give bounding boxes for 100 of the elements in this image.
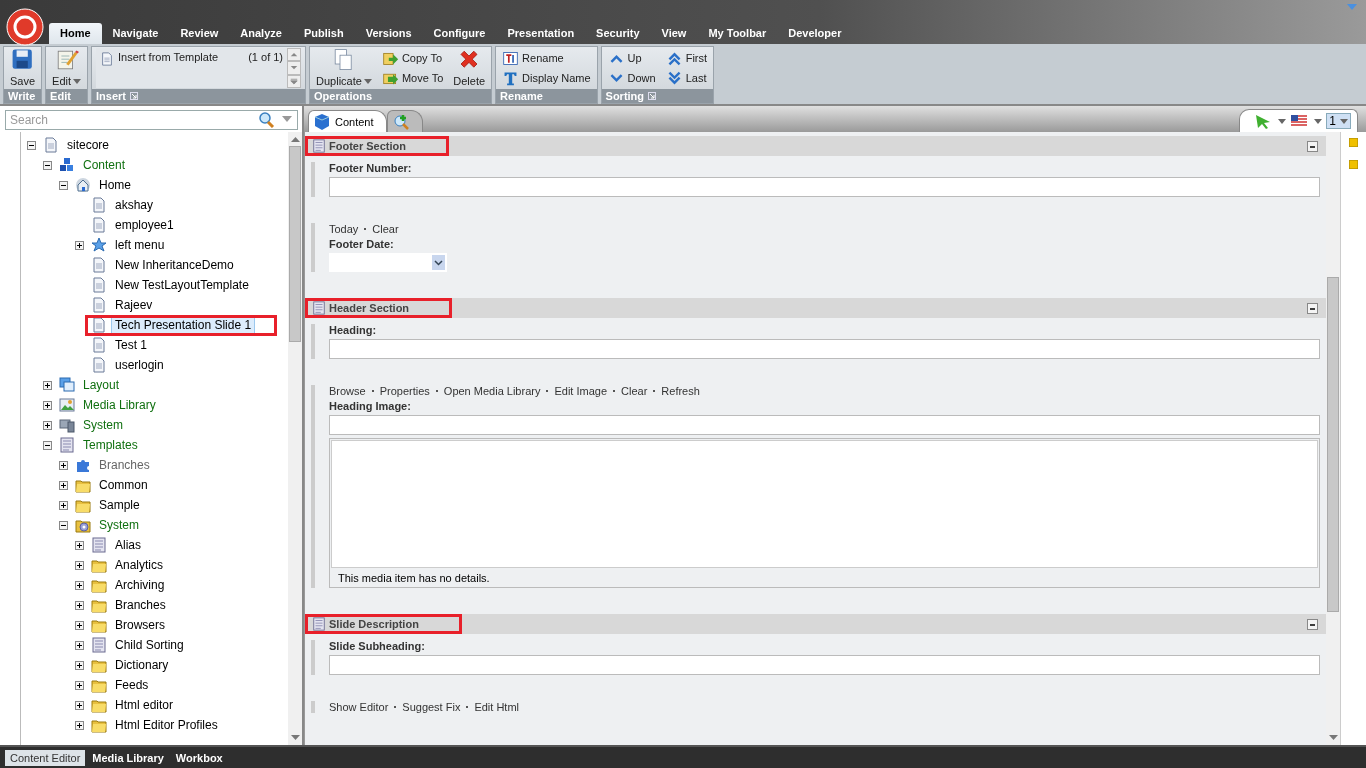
action-link[interactable]: Properties xyxy=(379,385,430,397)
tree-item[interactable]: Browsers xyxy=(111,616,169,634)
scroll-down-icon[interactable] xyxy=(290,735,300,741)
collapse-icon[interactable] xyxy=(43,160,52,170)
tree-item[interactable]: Child Sorting xyxy=(111,636,188,654)
toolbar-button[interactable]: Last xyxy=(663,69,710,87)
search-field[interactable]: Search xyxy=(5,110,298,130)
expand-icon[interactable] xyxy=(43,400,52,410)
menu-tab[interactable]: Presentation xyxy=(496,23,586,44)
launcher-icon[interactable] xyxy=(648,92,657,100)
scroll-down-icon[interactable] xyxy=(287,61,302,75)
tree-item[interactable]: Branches xyxy=(95,456,154,474)
expand-icon[interactable] xyxy=(75,540,84,550)
menu-tab[interactable]: Analyze xyxy=(229,23,293,44)
menu-tab[interactable]: Developer xyxy=(777,23,853,44)
tree-item[interactable]: Templates xyxy=(79,436,142,454)
text-field[interactable] xyxy=(329,655,1320,675)
expand-icon[interactable] xyxy=(59,480,68,490)
toolbar-button[interactable]: Display Name xyxy=(500,69,593,87)
collapse-icon[interactable] xyxy=(1307,302,1318,314)
expand-icon[interactable] xyxy=(59,460,68,470)
tree-item[interactable]: Content xyxy=(79,156,130,174)
menu-tab[interactable]: Versions xyxy=(354,23,423,44)
scrollbar[interactable] xyxy=(1326,132,1340,745)
caret-icon[interactable] xyxy=(281,116,293,123)
expand-icon[interactable] xyxy=(43,420,52,430)
menu-tab[interactable]: Navigate xyxy=(101,23,170,44)
tree-item[interactable]: akshay xyxy=(111,196,158,214)
toolbar-button[interactable]: Rename xyxy=(500,49,593,67)
expand-icon[interactable] xyxy=(75,620,84,630)
bottom-tab[interactable]: Workbox xyxy=(170,749,228,766)
expand-icon[interactable] xyxy=(43,380,52,390)
toolbar-button[interactable]: Up xyxy=(605,49,658,67)
scrollbar[interactable] xyxy=(288,132,302,745)
expand-icon[interactable] xyxy=(75,580,84,590)
tree-item[interactable]: Media Library xyxy=(79,396,160,414)
tree-item[interactable]: Alias xyxy=(111,536,145,554)
logo-icon[interactable] xyxy=(6,8,44,46)
editor-tab[interactable]: Content xyxy=(308,110,387,132)
text-field[interactable] xyxy=(329,177,1320,197)
scroll-down-icon[interactable] xyxy=(1328,735,1338,741)
gallery-item[interactable]: Insert from Template (1 of 1) xyxy=(96,48,288,88)
warning-marker-icon[interactable] xyxy=(1349,138,1358,147)
launcher-icon[interactable] xyxy=(130,92,138,100)
tree-item[interactable]: Feeds xyxy=(111,676,153,694)
expand-icon[interactable] xyxy=(59,500,68,510)
search-icon[interactable] xyxy=(258,112,276,128)
tree-item[interactable]: Dictionary xyxy=(111,656,173,674)
collapse-icon[interactable] xyxy=(1307,140,1318,152)
toolbar-button[interactable]: Delete xyxy=(451,48,488,88)
add-tab[interactable] xyxy=(386,110,423,132)
tree-item[interactable]: New InheritanceDemo xyxy=(111,256,238,274)
tree-item[interactable]: Rajeev xyxy=(111,296,157,314)
toolbar-button[interactable]: Copy To xyxy=(379,49,446,67)
tree-item[interactable]: left menu xyxy=(111,236,169,254)
menu-tab[interactable]: Review xyxy=(169,23,230,44)
collapse-icon[interactable] xyxy=(27,140,36,150)
action-link[interactable]: Open Media Library xyxy=(443,385,541,397)
expand-icon[interactable] xyxy=(75,600,84,610)
menu-tab[interactable]: Configure xyxy=(422,23,497,44)
tree-item[interactable]: System xyxy=(95,516,143,534)
toolbar-button[interactable]: Save xyxy=(8,48,38,88)
bottom-tab[interactable]: Content Editor xyxy=(5,749,86,766)
toolbar-button[interactable]: Duplicate xyxy=(314,48,374,88)
action-link[interactable]: Clear xyxy=(621,385,648,397)
action-link[interactable]: Show Editor xyxy=(329,701,389,713)
flag-icon[interactable] xyxy=(1290,113,1309,129)
action-link[interactable]: Suggest Fix xyxy=(402,701,461,713)
date-field[interactable] xyxy=(329,253,447,272)
scroll-up-icon[interactable] xyxy=(287,48,302,62)
tree-item[interactable]: Archiving xyxy=(111,576,169,594)
expand-icon[interactable] xyxy=(75,560,84,570)
collapse-icon[interactable] xyxy=(43,440,52,450)
scroll-up-icon[interactable] xyxy=(290,136,300,142)
tree-item[interactable]: Common xyxy=(95,476,152,494)
bottom-tab[interactable]: Media Library xyxy=(87,749,169,766)
tree-item[interactable]: Analytics xyxy=(111,556,168,574)
collapse-icon[interactable] xyxy=(59,180,68,190)
menu-tab[interactable]: My Toolbar xyxy=(697,23,778,44)
tree-item[interactable]: Layout xyxy=(79,376,124,394)
expand-icon[interactable] xyxy=(75,720,84,730)
expand-icon[interactable] xyxy=(75,680,84,690)
expand-icon[interactable] xyxy=(75,640,84,650)
action-link[interactable]: Clear xyxy=(372,223,399,235)
menu-tab[interactable]: Home xyxy=(49,23,102,44)
tree-item[interactable]: Test 1 xyxy=(111,336,151,354)
expand-icon[interactable] xyxy=(75,700,84,710)
toolbar-button[interactable]: Move To xyxy=(379,69,446,87)
toolbar-button[interactable]: First xyxy=(663,49,710,67)
tree-item[interactable]: Sample xyxy=(95,496,144,514)
version-selector[interactable]: 1 xyxy=(1326,113,1351,129)
action-link[interactable]: Refresh xyxy=(661,385,700,397)
tree-item[interactable]: Html Editor Profiles xyxy=(111,716,222,734)
text-field[interactable] xyxy=(329,415,1320,435)
expand-icon[interactable] xyxy=(75,240,84,250)
tree-item[interactable]: Branches xyxy=(111,596,170,614)
collapse-icon[interactable] xyxy=(59,520,68,530)
tree-item[interactable]: Html editor xyxy=(111,696,177,714)
action-link[interactable]: Today xyxy=(329,223,359,235)
collapse-icon[interactable] xyxy=(1307,618,1318,630)
